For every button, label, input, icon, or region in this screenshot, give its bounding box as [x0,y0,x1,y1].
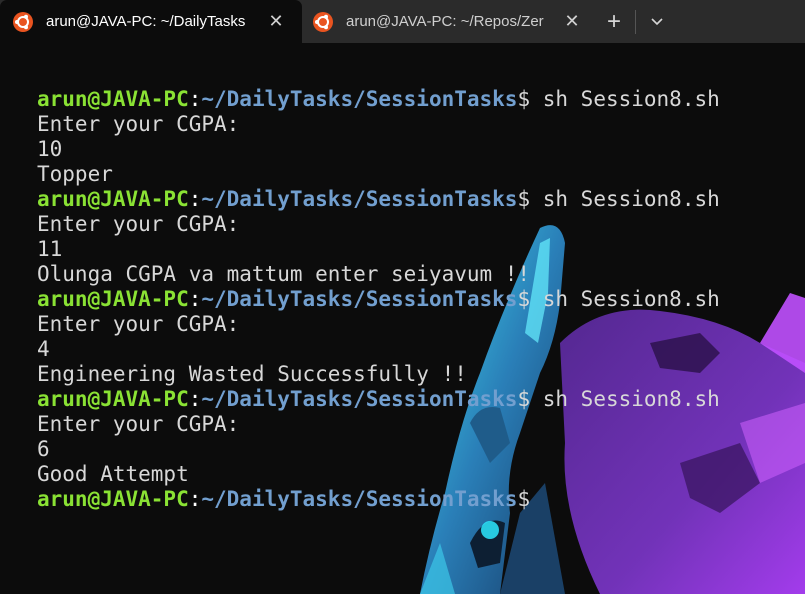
tab-dropdown-button[interactable] [639,0,675,43]
prompt-line: arun@JAVA-PC:~/DailyTasks/SessionTasks$ … [37,387,720,412]
output-line: Enter your CGPA: [37,212,720,237]
prompt-symbol: $ [517,87,531,111]
prompt-line: arun@JAVA-PC:~/DailyTasks/SessionTasks$ … [37,287,720,312]
prompt-line: arun@JAVA-PC:~/DailyTasks/SessionTasks$ … [37,187,720,212]
prompt-separator: : [188,487,202,511]
output-text: 6 [37,437,50,461]
prompt-line: arun@JAVA-PC:~/DailyTasks/SessionTasks$ [37,487,720,512]
command-text: sh Session8.sh [530,387,720,411]
prompt-path: ~/DailyTasks/SessionTasks [201,187,518,211]
tab-divider [635,10,636,34]
output-line: 6 [37,437,720,462]
command-text: sh Session8.sh [530,87,720,111]
output-text: Enter your CGPA: [37,212,240,236]
plus-icon: + [606,7,621,35]
output-text: Engineering Wasted Successfully !! [37,362,467,386]
output-line: Topper [37,162,720,187]
prompt-user-host: arun@JAVA-PC [37,487,189,511]
prompt-user-host: arun@JAVA-PC [37,287,189,311]
prompt-user-host: arun@JAVA-PC [37,187,189,211]
prompt-symbol: $ [517,487,531,511]
output-line: 11 [37,237,720,262]
output-line: 10 [37,137,720,162]
close-icon[interactable]: ✕ [264,10,288,34]
output-text: 11 [37,237,63,261]
output-line: Good Attempt [37,462,720,487]
prompt-path: ~/DailyTasks/SessionTasks [201,487,518,511]
prompt-path: ~/DailyTasks/SessionTasks [201,87,518,111]
prompt-symbol: $ [517,187,531,211]
output-text: Enter your CGPA: [37,112,240,136]
output-text: Enter your CGPA: [37,412,240,436]
prompt-separator: : [188,287,202,311]
output-text: Topper [37,162,113,186]
tab-title: arun@JAVA-PC: ~/Repos/Zer [346,13,544,30]
tab-repos[interactable]: arun@JAVA-PC: ~/Repos/Zer ✕ [302,0,596,43]
tab-title: arun@JAVA-PC: ~/DailyTasks [46,13,246,30]
output-line: Engineering Wasted Successfully !! [37,362,720,387]
output-text: 4 [37,337,50,361]
output-text: Enter your CGPA: [37,312,240,336]
prompt-user-host: arun@JAVA-PC [37,387,189,411]
new-tab-button[interactable]: + [596,0,632,43]
chevron-down-icon [651,17,663,25]
tab-daily-tasks[interactable]: arun@JAVA-PC: ~/DailyTasks ✕ [0,0,302,43]
output-text: Olunga CGPA va mattum enter seiyavum !! [37,262,531,286]
output-line: Olunga CGPA va mattum enter seiyavum !! [37,262,720,287]
ubuntu-icon [313,11,333,32]
output-line: Enter your CGPA: [37,112,720,137]
prompt-symbol: $ [517,387,531,411]
ubuntu-icon [13,11,33,32]
output-line: Enter your CGPA: [37,312,720,337]
prompt-path: ~/DailyTasks/SessionTasks [201,287,518,311]
output-line: Enter your CGPA: [37,412,720,437]
prompt-user-host: arun@JAVA-PC [37,87,189,111]
prompt-separator: : [188,387,202,411]
prompt-separator: : [188,87,202,111]
command-text: sh Session8.sh [530,287,720,311]
output-text: 10 [37,137,63,161]
output-text: Good Attempt [37,462,189,486]
tab-bar: arun@JAVA-PC: ~/DailyTasks ✕ arun@JAVA-P… [0,0,805,43]
prompt-symbol: $ [517,287,531,311]
output-line: 4 [37,337,720,362]
prompt-path: ~/DailyTasks/SessionTasks [201,387,518,411]
terminal-output[interactable]: arun@JAVA-PC:~/DailyTasks/SessionTasks$ … [37,87,720,512]
prompt-line: arun@JAVA-PC:~/DailyTasks/SessionTasks$ … [37,87,720,112]
close-icon[interactable]: ✕ [560,10,584,34]
command-text: sh Session8.sh [530,187,720,211]
prompt-separator: : [188,187,202,211]
